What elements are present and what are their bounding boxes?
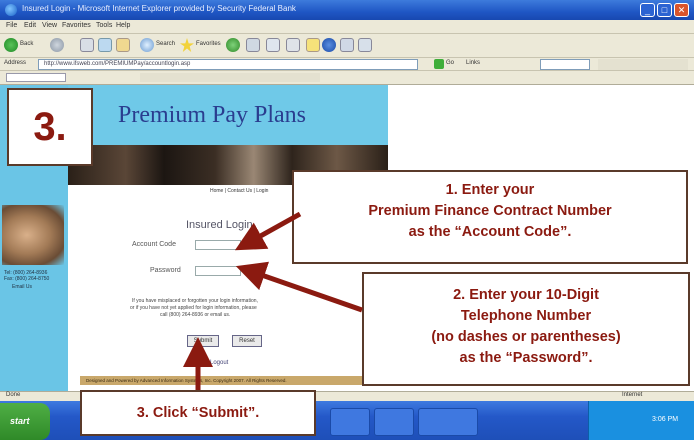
address-label: Address	[4, 60, 27, 66]
menu-view[interactable]: View	[42, 22, 57, 29]
go-icon[interactable]	[434, 59, 444, 69]
go-label[interactable]: Go	[446, 60, 454, 66]
login-help-line3[interactable]: call (800) 264-8936 or email us.	[160, 312, 230, 318]
search-label[interactable]: Search	[156, 41, 175, 47]
toolbar-search-input[interactable]	[6, 73, 66, 82]
back-icon[interactable]	[4, 38, 18, 52]
back-label[interactable]: Back	[20, 41, 33, 47]
callout-2-line-1: 2. Enter your 10-Digit	[453, 287, 599, 303]
folder-icon[interactable]	[306, 38, 320, 52]
close-button[interactable]: ✕	[674, 3, 689, 17]
menu-file[interactable]: File	[6, 22, 17, 29]
callout-1-line-3: as the “Account Code”.	[408, 224, 572, 240]
callout-1-line-1: 1. Enter your	[445, 182, 535, 198]
account-code-label: Account Code	[132, 241, 176, 248]
site-nav[interactable]: Home | Contact Us | Login	[210, 188, 268, 194]
start-label[interactable]: start	[10, 416, 30, 426]
status-text: Done	[6, 392, 21, 398]
window-title: Insured Login - Microsoft Internet Explo…	[22, 4, 296, 13]
callout-password: 2. Enter your 10-Digit Telephone Number …	[362, 272, 690, 386]
minimize-button[interactable]: _	[640, 3, 655, 17]
menu-favorites[interactable]: Favorites	[62, 22, 91, 29]
links-bar	[0, 71, 694, 85]
ie-logo-icon	[5, 4, 17, 16]
account-code-input[interactable]	[195, 240, 241, 250]
password-label: Password	[150, 267, 181, 274]
system-tray	[588, 401, 694, 440]
reset-button[interactable]: Reset	[232, 335, 262, 347]
login-help-line2: or if you have not yet applied for login…	[130, 305, 257, 311]
callout-1-line-2: Premium Finance Contract Number	[368, 203, 612, 219]
taskbar-item[interactable]	[374, 408, 414, 436]
tools-icon[interactable]	[358, 38, 372, 52]
forward-icon[interactable]	[50, 38, 64, 52]
history-icon[interactable]	[246, 38, 260, 52]
taskbar-item[interactable]	[418, 408, 478, 436]
callout-account-code: 1. Enter your Premium Finance Contract N…	[292, 170, 688, 264]
maximize-button[interactable]: □	[657, 3, 672, 17]
taskbar-item[interactable]	[330, 408, 370, 436]
login-title: Insured Login	[186, 219, 253, 231]
refresh-icon[interactable]	[98, 38, 112, 52]
stop-icon[interactable]	[80, 38, 94, 52]
menu-edit[interactable]: Edit	[24, 22, 36, 29]
site-title: Premium Pay Plans	[118, 102, 307, 128]
status-zone: Internet	[622, 392, 643, 398]
login-help-line1: If you have misplaced or forgotten your …	[132, 298, 258, 304]
google-search-input[interactable]	[540, 59, 590, 70]
submit-button[interactable]: Submit	[187, 335, 219, 347]
arrow-to-password	[235, 261, 363, 313]
media-icon[interactable]	[226, 38, 240, 52]
callout-2-line-2: Telephone Number	[460, 308, 592, 324]
links-label[interactable]: Links	[466, 60, 480, 66]
sidebar-fax: Fax: (800) 264-8750	[4, 276, 50, 282]
search-icon[interactable]	[140, 38, 154, 52]
menu-tools[interactable]: Tools	[96, 22, 112, 29]
password-input[interactable]	[195, 266, 241, 276]
google-toolbar	[598, 59, 688, 70]
menu-help[interactable]: Help	[116, 22, 130, 29]
print-icon[interactable]	[286, 38, 300, 52]
extra-toolbar	[140, 73, 320, 82]
home-icon[interactable]	[116, 38, 130, 52]
callout-2-line-4: as the “Password”.	[459, 350, 593, 366]
step-number-badge: 3.	[7, 88, 93, 166]
sidebar-photo	[2, 205, 64, 265]
sidebar-email-link[interactable]: Email Us	[12, 284, 32, 290]
clock: 3:06 PM	[652, 416, 679, 423]
favorites-label[interactable]: Favorites	[196, 41, 221, 47]
callout-submit: 3. Click “Submit”.	[80, 390, 316, 436]
research-icon[interactable]	[340, 38, 354, 52]
footer-text: Designed and Powered by Advanced Informa…	[86, 378, 287, 383]
mail-icon[interactable]	[266, 38, 280, 52]
callout-2-line-3: (no dashes or parentheses)	[431, 329, 621, 345]
messenger-icon[interactable]	[322, 38, 336, 52]
logout-link[interactable]: Logout	[210, 360, 228, 366]
address-url[interactable]: http://www.ifsweb.com/PREMIUMPay/account…	[44, 61, 190, 67]
